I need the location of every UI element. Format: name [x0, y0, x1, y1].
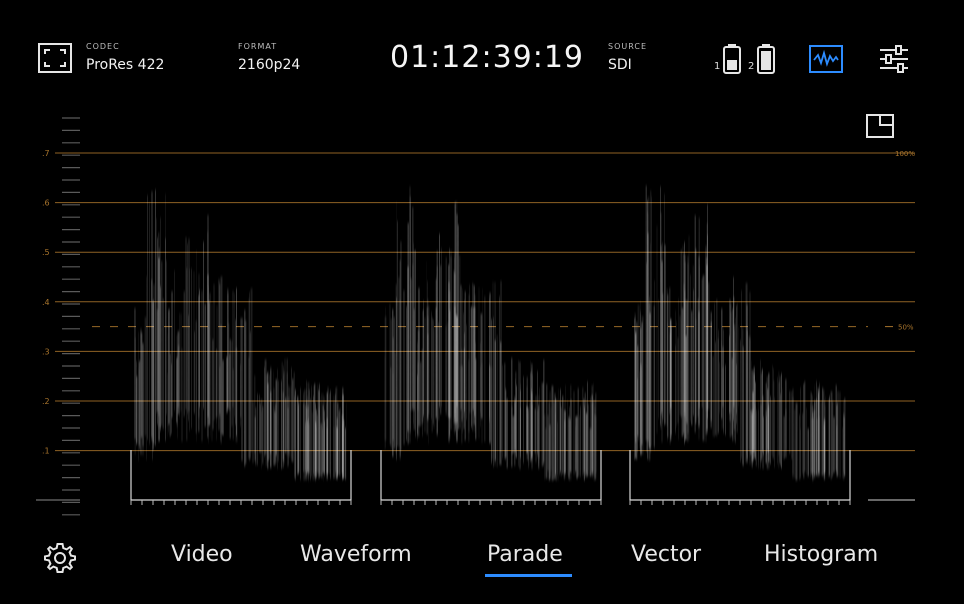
- channel-trace: [133, 155, 349, 481]
- source-label: SOURCE: [608, 42, 648, 51]
- codec-readout: CODEC ProRes 422: [86, 42, 164, 73]
- format-value: 2160p24: [238, 57, 301, 73]
- battery-icon: [723, 44, 741, 74]
- battery-icon: [757, 44, 775, 74]
- fullscreen-frame-icon[interactable]: [38, 43, 72, 73]
- battery-1-number: 1: [714, 61, 721, 72]
- sliders-icon[interactable]: [878, 45, 910, 73]
- channel-trace: [383, 159, 599, 481]
- battery-2-number: 2: [748, 61, 755, 72]
- timecode-display: 01:12:39:19: [390, 40, 585, 75]
- graticule-label: .1: [42, 447, 50, 456]
- graticule-label: .3: [42, 347, 50, 356]
- tab-video[interactable]: Video: [171, 542, 233, 567]
- codec-value: ProRes 422: [86, 57, 165, 73]
- waveform-scope-icon[interactable]: [809, 45, 843, 73]
- parade-traces: [133, 155, 848, 481]
- tab-parade[interactable]: Parade: [487, 542, 563, 567]
- tab-waveform[interactable]: Waveform: [300, 542, 412, 567]
- graticule-label: .4: [42, 298, 50, 307]
- source-readout: SOURCE SDI: [608, 42, 647, 73]
- tab-histogram[interactable]: Histogram: [764, 542, 878, 567]
- tab-vector[interactable]: Vector: [631, 542, 701, 567]
- format-readout: FORMAT 2160p24: [238, 42, 300, 73]
- reference-100-label: 100%: [895, 150, 915, 158]
- parade-scope-canvas: .7 .6 .5 .4 .3 .2 .1 100% 50%: [36, 117, 915, 516]
- parade-scope: .7 .6 .5 .4 .3 .2 .1 100% 50%: [0, 110, 964, 520]
- source-value: SDI: [608, 57, 632, 73]
- codec-label: CODEC: [86, 42, 120, 51]
- reference-50-label: 50%: [898, 324, 914, 332]
- picture-in-picture-icon[interactable]: [866, 114, 894, 138]
- top-bar: CODEC ProRes 422 FORMAT 2160p24 01:12:39…: [0, 0, 964, 110]
- graticule-label: .7: [42, 149, 50, 158]
- graticule-label: .2: [42, 397, 50, 406]
- graticule-label: .5: [42, 248, 50, 257]
- graticule-label: .6: [42, 199, 50, 208]
- active-tab-indicator: [485, 574, 572, 577]
- channel-trace: [632, 155, 848, 481]
- scope-mode-tabs: Video Waveform Parade Vector Histogram: [0, 530, 964, 590]
- gear-icon[interactable]: [44, 542, 76, 574]
- format-label: FORMAT: [238, 42, 278, 51]
